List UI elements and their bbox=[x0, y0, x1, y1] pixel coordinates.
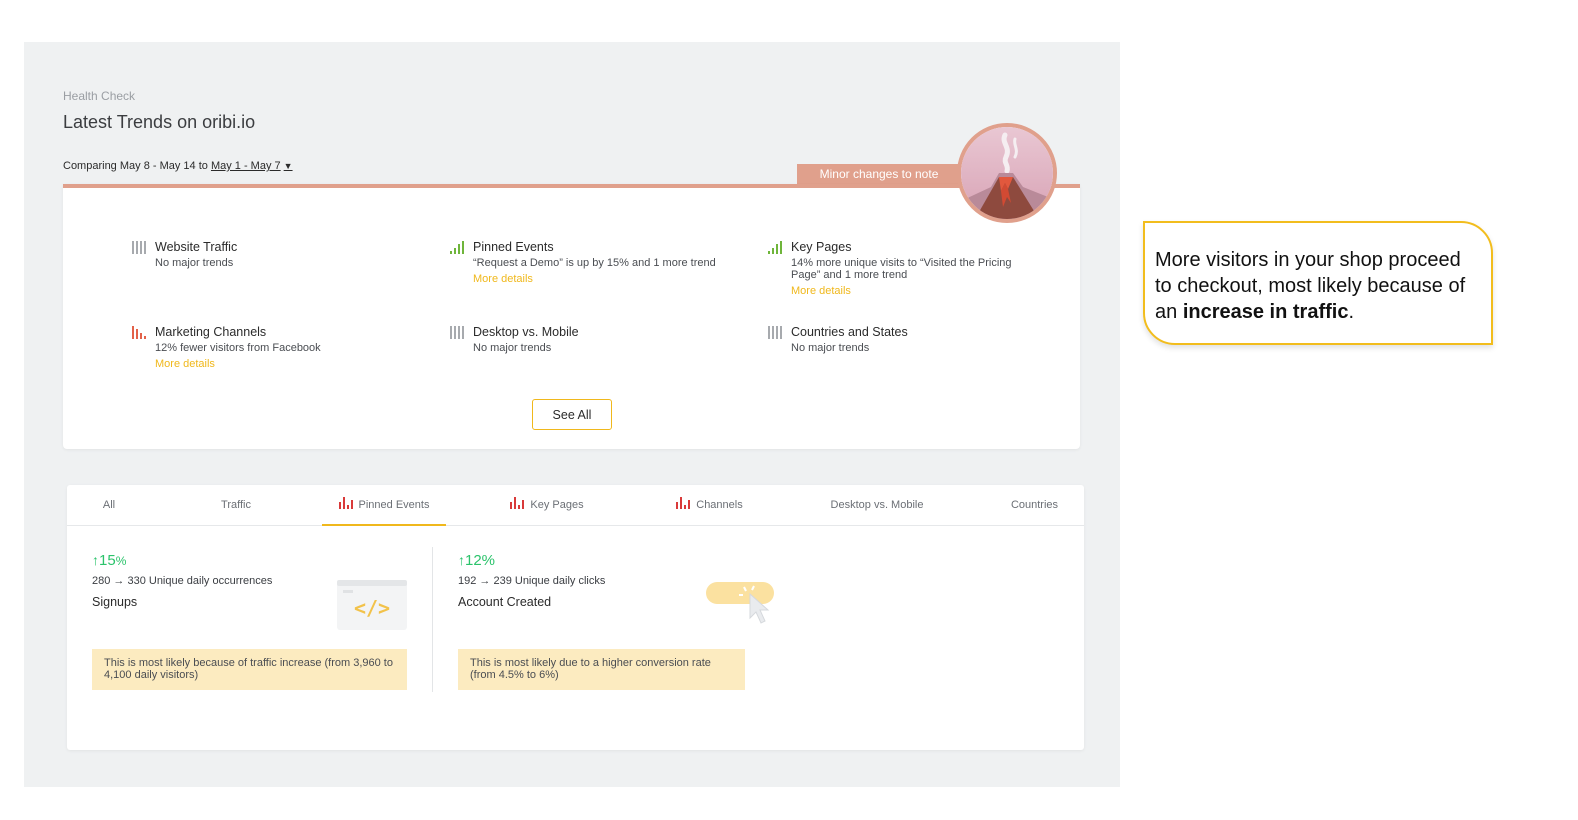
see-all-button[interactable]: See All bbox=[532, 399, 612, 430]
tab-desktop-vs-mobile[interactable]: Desktop vs. Mobile bbox=[812, 485, 942, 526]
trends-summary-card: Website Traffic No major trends Pinned E… bbox=[63, 184, 1080, 449]
trend-key-pages: Key Pages 14% more unique visits to “Vis… bbox=[767, 240, 1037, 297]
status-badge: Minor changes to note bbox=[797, 164, 961, 185]
chevron-down-icon: ▼ bbox=[283, 161, 293, 171]
trend-description: No major trends bbox=[155, 257, 234, 269]
trend-description: 14% more unique visits to “Visited the P… bbox=[791, 257, 1012, 281]
chart-bars-icon bbox=[338, 497, 353, 509]
percent-value: 12% bbox=[465, 552, 496, 569]
trend-description: No major trends bbox=[791, 342, 870, 354]
percent-change: ↑12% bbox=[458, 552, 605, 569]
tab-all[interactable]: All bbox=[67, 485, 151, 526]
neutral-bars-icon bbox=[132, 240, 146, 254]
comparing-line: Comparing May 8 - May 14 to May 1 - May … bbox=[63, 160, 293, 172]
tab-label: Traffic bbox=[221, 499, 251, 511]
tab-pinned-events[interactable]: Pinned Events bbox=[322, 485, 446, 526]
tab-key-pages[interactable]: Key Pages bbox=[492, 485, 602, 526]
trend-name: Countries and States bbox=[791, 325, 908, 339]
more-details-link[interactable]: More details bbox=[473, 273, 749, 285]
health-check-panel: Health Check Latest Trends on oribi.io C… bbox=[24, 42, 1120, 787]
tab-countries[interactable]: Countries bbox=[992, 485, 1077, 526]
volcano-icon bbox=[961, 127, 1053, 219]
svg-text:</>: </> bbox=[354, 596, 390, 620]
arrow-up-icon: ↑ bbox=[92, 552, 99, 568]
tab-label: All bbox=[102, 499, 116, 511]
trend-pinned-events: Pinned Events “Request a Demo” is up by … bbox=[449, 240, 749, 285]
page-title: Latest Trends on oribi.io bbox=[63, 112, 256, 132]
rising-bars-icon bbox=[450, 240, 464, 254]
chart-bars-icon bbox=[676, 497, 691, 509]
trend-name: Desktop vs. Mobile bbox=[473, 325, 579, 339]
comparing-text: Comparing May 8 - May 14 to bbox=[63, 160, 208, 172]
trend-countries-and-states: Countries and States No major trends bbox=[767, 325, 1067, 354]
neutral-bars-icon bbox=[768, 325, 782, 339]
neutral-bars-icon bbox=[450, 325, 464, 339]
trend-name: Key Pages bbox=[791, 240, 852, 254]
volcano-illustration bbox=[957, 123, 1057, 223]
trend-name: Website Traffic bbox=[155, 240, 238, 254]
arrow-up-icon: ↑ bbox=[458, 552, 465, 568]
date-range-label: May 1 - May 7 bbox=[210, 160, 281, 172]
trend-details-card: All Traffic Pinned Events Key Pages Chan… bbox=[67, 485, 1084, 750]
metric-signups: ↑15% 280 → 330 Unique daily occurrences … bbox=[92, 552, 272, 609]
tab-label: Desktop vs. Mobile bbox=[830, 499, 924, 511]
more-details-link[interactable]: More details bbox=[791, 285, 1037, 297]
trend-marketing-channels: Marketing Channels 12% fewer visitors fr… bbox=[131, 325, 431, 370]
metric-label: Account Created bbox=[458, 595, 552, 609]
trend-desktop-vs-mobile: Desktop vs. Mobile No major trends bbox=[449, 325, 749, 354]
callout-emphasis: increase in traffic bbox=[1182, 301, 1349, 323]
insight-callout: More visitors in your shop proceed to ch… bbox=[1143, 221, 1493, 345]
metric-subtext: 280 → 330 Unique daily occurrences bbox=[92, 575, 273, 587]
tab-label: Key Pages bbox=[530, 499, 584, 511]
trend-website-traffic: Website Traffic No major trends bbox=[131, 240, 431, 269]
metric-divider bbox=[432, 547, 433, 692]
chart-bars-icon bbox=[510, 497, 525, 509]
percent-sign: % bbox=[115, 554, 127, 568]
percent-change: ↑15% bbox=[92, 552, 272, 569]
rising-bars-icon bbox=[768, 240, 782, 254]
date-range-dropdown[interactable]: May 1 - May 7 ▼ bbox=[211, 160, 293, 172]
breadcrumb: Health Check bbox=[63, 89, 136, 103]
tab-bar: All Traffic Pinned Events Key Pages Chan… bbox=[67, 485, 1084, 526]
callout-text-end: . bbox=[1348, 301, 1354, 323]
percent-value: 15 bbox=[99, 552, 116, 569]
falling-bars-icon bbox=[132, 325, 146, 339]
tab-label: Pinned Events bbox=[358, 499, 430, 511]
tab-label: Channels bbox=[696, 499, 743, 511]
metric-label: Signups bbox=[92, 595, 138, 609]
trend-description: No major trends bbox=[473, 342, 552, 354]
trend-name: Pinned Events bbox=[473, 240, 554, 254]
metric-note: This is most likely because of traffic i… bbox=[92, 649, 407, 690]
metric-subtext: 192 → 239 Unique daily clicks bbox=[458, 575, 606, 587]
trend-name: Marketing Channels bbox=[155, 325, 267, 339]
more-details-link[interactable]: More details bbox=[155, 358, 431, 370]
tab-label: Countries bbox=[1010, 499, 1059, 511]
metric-note: This is most likely due to a higher conv… bbox=[458, 649, 745, 690]
code-window-icon: </> bbox=[337, 580, 407, 630]
tab-channels[interactable]: Channels bbox=[657, 485, 762, 526]
metric-account-created: ↑12% 192 → 239 Unique daily clicks Accou… bbox=[458, 552, 605, 609]
trend-description: 12% fewer visitors from Facebook bbox=[155, 342, 321, 354]
trend-description: “Request a Demo” is up by 15% and 1 more… bbox=[473, 257, 716, 269]
click-button-icon bbox=[706, 582, 774, 624]
tab-traffic[interactable]: Traffic bbox=[191, 485, 281, 526]
